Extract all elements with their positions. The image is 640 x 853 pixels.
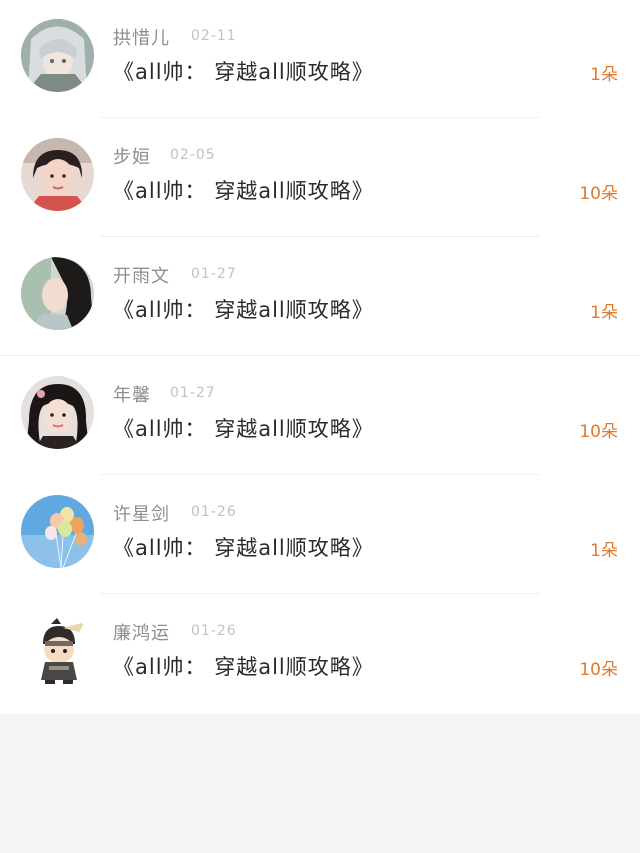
gift-date: 01-26 bbox=[191, 504, 237, 520]
girl-photo-avatar[interactable] bbox=[21, 138, 94, 211]
divider bbox=[100, 474, 540, 475]
empty-footer-area bbox=[0, 714, 640, 853]
user-name: 步姮 bbox=[113, 147, 151, 168]
list-item[interactable]: 许星剑 01-26 《all帅： 穿越all顺攻略》 1朵 bbox=[0, 476, 640, 595]
gift-date: 02-05 bbox=[170, 147, 216, 163]
book-title: 《all帅： 穿越all顺攻略》 bbox=[113, 298, 374, 322]
user-name: 年馨 bbox=[113, 385, 151, 406]
book-title: 《all帅： 穿越all顺攻略》 bbox=[113, 179, 374, 203]
gift-date: 01-27 bbox=[170, 385, 216, 401]
gift-date: 01-27 bbox=[191, 266, 237, 282]
user-name: 拱惜儿 bbox=[113, 28, 170, 49]
user-name: 许星剑 bbox=[113, 504, 170, 525]
gift-count: 1朵 bbox=[590, 303, 618, 323]
girl-profile-avatar[interactable] bbox=[21, 257, 94, 330]
gift-count: 10朵 bbox=[579, 184, 618, 204]
divider bbox=[100, 117, 540, 118]
list-item[interactable]: 廉鸿运 01-26 《all帅： 穿越all顺攻略》 10朵 bbox=[0, 595, 640, 714]
gift-date: 02-11 bbox=[191, 28, 237, 44]
user-name: 开雨文 bbox=[113, 266, 170, 287]
book-title: 《all帅： 穿越all顺攻略》 bbox=[113, 60, 374, 84]
divider bbox=[0, 355, 640, 356]
gift-count: 1朵 bbox=[590, 541, 618, 561]
book-title: 《all帅： 穿越all顺攻略》 bbox=[113, 655, 374, 679]
girl-selfie-avatar[interactable] bbox=[21, 376, 94, 449]
book-title: 《all帅： 穿越all顺攻略》 bbox=[113, 417, 374, 441]
gift-record-list: 拱惜儿 02-11 《all帅： 穿越all顺攻略》 1朵 步姮 02-05 《… bbox=[0, 0, 640, 714]
list-item[interactable]: 拱惜儿 02-11 《all帅： 穿越all顺攻略》 1朵 bbox=[0, 0, 640, 119]
cartoon-ninja-avatar[interactable] bbox=[21, 614, 94, 687]
gift-count: 10朵 bbox=[579, 422, 618, 442]
balloons-avatar[interactable] bbox=[21, 495, 94, 568]
list-item[interactable]: 步姮 02-05 《all帅： 穿越all顺攻略》 10朵 bbox=[0, 119, 640, 238]
gift-date: 01-26 bbox=[191, 623, 237, 639]
anime-girl-avatar[interactable] bbox=[21, 19, 94, 92]
user-name: 廉鸿运 bbox=[113, 623, 170, 644]
divider bbox=[100, 236, 540, 237]
gift-count: 1朵 bbox=[590, 65, 618, 85]
book-title: 《all帅： 穿越all顺攻略》 bbox=[113, 536, 374, 560]
gift-count: 10朵 bbox=[579, 660, 618, 680]
list-item[interactable]: 开雨文 01-27 《all帅： 穿越all顺攻略》 1朵 bbox=[0, 238, 640, 357]
list-item[interactable]: 年馨 01-27 《all帅： 穿越all顺攻略》 10朵 bbox=[0, 357, 640, 476]
divider bbox=[100, 593, 540, 594]
